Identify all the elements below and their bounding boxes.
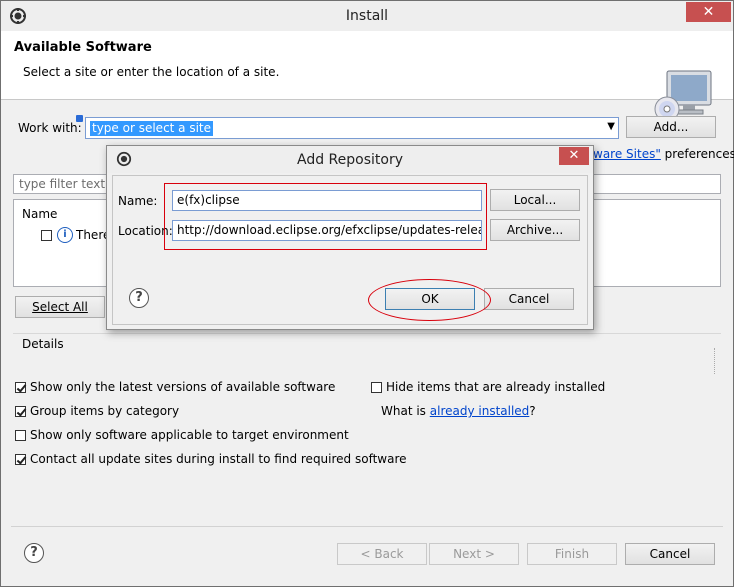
details-section: Details <box>13 333 721 374</box>
what-is-prefix: What is <box>381 404 430 418</box>
latest-versions-checkbox[interactable] <box>15 382 26 393</box>
highlight-oval <box>368 279 491 321</box>
what-is-text: What is already installed? <box>381 404 536 418</box>
tree-row-checkbox[interactable] <box>41 230 52 241</box>
work-with-combo[interactable]: type or select a site ▼ <box>85 117 619 139</box>
add-site-button[interactable]: Add... <box>626 116 716 138</box>
hide-installed-label: Hide items that are already installed <box>386 380 606 394</box>
cancel-button[interactable]: Cancel <box>625 543 715 565</box>
what-is-suffix: ? <box>529 404 536 418</box>
preferences-suffix: preferences. <box>660 147 734 161</box>
contact-sites-checkbox[interactable] <box>15 454 26 465</box>
back-button[interactable]: < Back <box>337 543 427 565</box>
help-icon[interactable]: ? <box>24 543 44 563</box>
dialog-close-button[interactable]: ✕ <box>559 147 589 165</box>
group-category-label: Group items by category <box>30 404 180 418</box>
work-with-value: type or select a site <box>90 121 214 136</box>
contact-sites-label: Contact all update sites during install … <box>30 452 407 466</box>
group-category-checkbox[interactable] <box>15 406 26 417</box>
latest-versions-label: Show only the latest versions of availab… <box>30 380 336 394</box>
work-with-label: Work with: <box>18 121 82 135</box>
target-env-label: Show only software applicable to target … <box>30 428 349 442</box>
next-button[interactable]: Next > <box>429 543 519 565</box>
close-icon: ✕ <box>702 4 715 20</box>
details-scrollbar[interactable] <box>714 348 721 374</box>
dialog-title-bar[interactable]: Add Repository ✕ <box>107 146 593 173</box>
info-circle-icon: i <box>57 227 73 243</box>
info-icon <box>76 115 83 122</box>
select-all-label: Select All <box>32 300 88 314</box>
dialog-cancel-button[interactable]: Cancel <box>484 288 574 310</box>
name-label: Name: <box>118 194 158 208</box>
local-button[interactable]: Local... <box>490 189 580 211</box>
select-all-button[interactable]: Select All <box>15 296 105 318</box>
preferences-text: ware Sites" preferences. <box>593 147 734 161</box>
header-banner: Available Software Select a site or ente… <box>1 31 733 122</box>
close-icon: ✕ <box>568 148 580 163</box>
finish-button[interactable]: Finish <box>527 543 617 565</box>
footer-divider <box>11 526 723 527</box>
hide-installed-checkbox[interactable] <box>371 382 382 393</box>
page-title: Available Software <box>14 40 152 55</box>
page-subtitle: Select a site or enter the location of a… <box>23 65 280 79</box>
tree-column-name: Name <box>22 207 58 221</box>
window-title: Install <box>345 8 389 24</box>
dialog-help-icon[interactable]: ? <box>129 288 149 308</box>
window-close-button[interactable]: ✕ <box>686 2 731 22</box>
archive-button[interactable]: Archive... <box>490 219 580 241</box>
already-installed-link[interactable]: already installed <box>430 404 530 418</box>
target-env-checkbox[interactable] <box>15 430 26 441</box>
details-label: Details <box>22 337 64 351</box>
available-sites-link[interactable]: ware Sites" <box>593 147 661 161</box>
title-bar[interactable]: Install ✕ <box>1 1 733 31</box>
chevron-down-icon[interactable]: ▼ <box>607 121 615 132</box>
highlight-rectangle <box>164 183 487 250</box>
dialog-title: Add Repository <box>297 152 403 168</box>
